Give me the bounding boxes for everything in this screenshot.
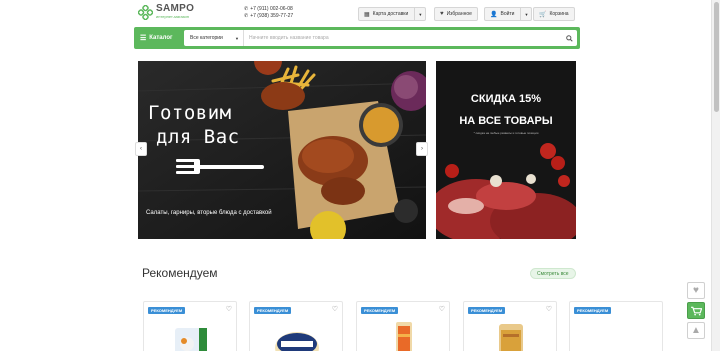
category-select-value: Все категории [190, 35, 223, 41]
scrollbar-thumb[interactable] [714, 2, 719, 112]
chevron-left-icon: ‹ [140, 146, 142, 152]
hero-title-line-1: Готовим [148, 102, 232, 124]
heart-icon: ♥ [693, 285, 699, 296]
search-button[interactable] [561, 30, 577, 46]
header: SAMPO интернет-магазин ✆ +7 (911) 002-06-… [138, 3, 578, 27]
heart-icon: ♥ [440, 11, 444, 17]
favorites-button[interactable]: ♥ Избранное [434, 7, 478, 21]
discount-banner[interactable]: СКИДКА 15% НА ВСЕ ТОВАРЫ * скидка на люб… [436, 61, 576, 239]
hero-title: Готовим для Вас [148, 101, 240, 149]
delivery-map-dropdown-toggle[interactable]: ▼ [414, 8, 425, 20]
carousel-prev-button[interactable]: ‹ [135, 142, 147, 156]
discount-title-line-1: СКИДКА 15% [470, 93, 542, 105]
logo[interactable]: SAMPO интернет-магазин [138, 4, 194, 20]
phone-2-text: +7 (938) 359-77-27 [250, 13, 294, 19]
discount-title-line-2: НА ВСЕ ТОВАРЫ [459, 115, 553, 127]
cart-icon: 🛒 [539, 11, 547, 18]
phone-icon: ✆ [244, 13, 249, 19]
product-card[interactable]: РЕКОМЕНДУЕМ ♡ [463, 301, 557, 351]
favorite-heart-icon[interactable]: ♡ [546, 305, 552, 313]
logo-clover-icon [138, 4, 153, 20]
user-icon: 👤 [490, 11, 498, 18]
section-title: Рекомендуем [142, 266, 218, 280]
phone-1[interactable]: ✆ +7 (911) 002-06-08 [244, 6, 293, 13]
discount-title: СКИДКА 15% НА ВСЕ ТОВАРЫ [436, 88, 576, 132]
search-field-wrapper: Все категории ▼ [184, 30, 577, 46]
product-card[interactable]: РЕКОМЕНДУЕМ ♡ [249, 301, 343, 351]
product-card[interactable]: РЕКОМЕНДУЕМ [569, 301, 663, 351]
hero-banner[interactable]: Готовим для Вас Салаты, гарниры, вторые … [138, 61, 426, 239]
favorite-heart-icon[interactable]: ♡ [439, 305, 445, 313]
menu-icon: ☰ [140, 35, 147, 42]
cart-label: Корзина [549, 11, 569, 17]
category-select[interactable]: Все категории ▼ [184, 30, 244, 46]
phones: ✆ +7 (911) 002-06-08 ✆ +7 (938) 359-77-27 [244, 6, 293, 20]
floating-actions: ♥ ▲ [687, 282, 705, 342]
product-image [396, 322, 412, 351]
product-image [275, 332, 319, 351]
phone-icon: ✆ [244, 6, 249, 12]
page: SAMPO интернет-магазин ✆ +7 (911) 002-06-… [0, 0, 720, 351]
arrow-up-icon: ▲ [691, 325, 701, 336]
logo-name: SAMPO [156, 3, 195, 14]
phone-1-text: +7 (911) 002-06-08 [250, 6, 293, 12]
carousel-next-button[interactable]: › [416, 142, 428, 156]
recommend-badge: РЕКОМЕНДУЕМ [254, 307, 292, 314]
floating-favorites-button[interactable]: ♥ [687, 282, 705, 299]
catalog-button[interactable]: ☰ Каталог [136, 29, 182, 47]
hero-title-line-2: для Вас [156, 126, 240, 148]
discount-note: * скидка на любые развесы и готовые пози… [473, 131, 539, 135]
favorites-label: Избранное [446, 11, 472, 17]
recommend-badge: РЕКОМЕНДУЕМ [468, 307, 506, 314]
favorite-heart-icon[interactable]: ♡ [226, 305, 232, 313]
recommend-badge: РЕКОМЕНДУЕМ [574, 307, 612, 314]
hero-caption: Салаты, гарниры, вторые блюда с доставко… [146, 210, 272, 216]
search-input[interactable] [244, 30, 561, 46]
see-all-button[interactable]: Смотреть все [530, 268, 576, 279]
login-dropdown-toggle[interactable]: ▼ [520, 8, 531, 20]
map-icon: ▦ [364, 11, 370, 18]
logo-tagline: интернет-магазин [156, 14, 189, 19]
login-button[interactable]: 👤 Войти ▼ [484, 7, 533, 21]
product-image [499, 324, 523, 351]
page-scrollbar[interactable] [711, 0, 720, 351]
delivery-map-button[interactable]: ▦ Карта доставки ▼ [358, 7, 427, 21]
search-icon [565, 34, 573, 42]
recommend-badge: РЕКОМЕНДУЕМ [148, 307, 186, 314]
product-image [175, 328, 207, 351]
scroll-to-top-button[interactable]: ▲ [687, 322, 705, 339]
favorite-heart-icon[interactable]: ♡ [332, 305, 338, 313]
delivery-map-label: Карта доставки [372, 11, 409, 17]
floating-cart-button[interactable] [687, 302, 705, 319]
login-label: Войти [500, 11, 515, 17]
search-bar: ☰ Каталог Все категории ▼ [134, 27, 580, 49]
product-card[interactable]: РЕКОМЕНДУЕМ ♡ [143, 301, 237, 351]
chevron-right-icon: › [421, 146, 423, 152]
chevron-down-icon: ▼ [235, 35, 239, 41]
cart-button[interactable]: 🛒 Корзина [533, 7, 575, 21]
product-card[interactable]: РЕКОМЕНДУЕМ ♡ [356, 301, 450, 351]
recommend-badge: РЕКОМЕНДУЕМ [361, 307, 399, 314]
phone-2[interactable]: ✆ +7 (938) 359-77-27 [244, 13, 293, 20]
catalog-label: Каталог [149, 35, 173, 41]
cart-icon [690, 306, 702, 315]
